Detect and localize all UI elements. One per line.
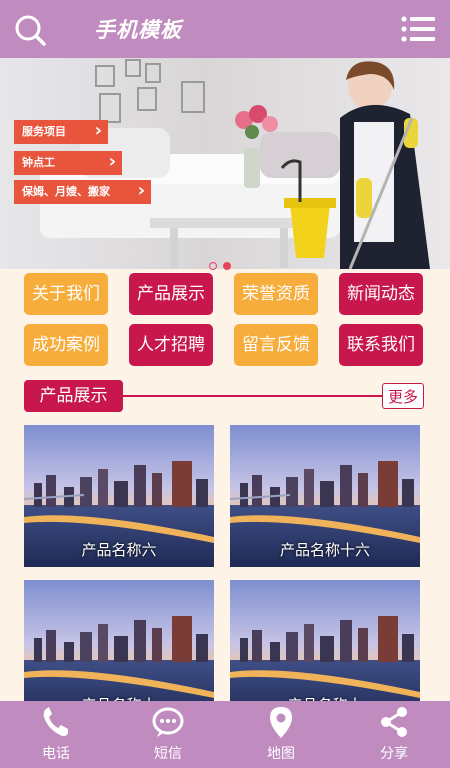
- footer-label: 分享: [380, 746, 408, 762]
- search-icon[interactable]: [14, 14, 46, 46]
- product-name: 产品名称六: [81, 541, 157, 559]
- section-divider: [122, 395, 384, 397]
- banner-tag-hourly[interactable]: 钟点工: [14, 150, 122, 175]
- share-icon: [381, 707, 407, 737]
- header-bar: 手机模板: [0, 0, 450, 58]
- hero-banner[interactable]: 服务项目 钟点工 保姆、月嫂、搬家: [0, 58, 450, 269]
- message-icon: [152, 707, 184, 737]
- slide-dot[interactable]: [209, 262, 217, 270]
- slide-indicator[interactable]: [209, 255, 237, 274]
- menu-icon[interactable]: [401, 16, 435, 42]
- nav-feedback[interactable]: 留言反馈: [234, 324, 318, 366]
- products-section-header: 产品展示 更多: [24, 380, 424, 412]
- nav-about[interactable]: 关于我们: [24, 273, 108, 315]
- footer-map[interactable]: 地图: [225, 701, 337, 768]
- nav-honors[interactable]: 荣誉资质: [234, 273, 318, 315]
- more-button[interactable]: 更多: [382, 383, 424, 409]
- map-pin-icon: [270, 707, 292, 738]
- section-title: 产品展示: [24, 380, 123, 412]
- product-name: 产品名称十六: [279, 541, 370, 559]
- nav-contact[interactable]: 联系我们: [339, 324, 423, 366]
- footer-phone[interactable]: 电话: [0, 701, 112, 768]
- product-card[interactable]: 产品名称六: [24, 425, 214, 567]
- bottom-nav: 电话 短信 地图 分享: [0, 701, 450, 768]
- footer-label: 短信: [154, 746, 182, 762]
- footer-share[interactable]: 分享: [338, 701, 450, 768]
- nav-cases[interactable]: 成功案例: [24, 324, 108, 366]
- site-title: 手机模板: [94, 18, 182, 42]
- banner-tag-services[interactable]: 服务项目: [14, 119, 108, 144]
- banner-tag-nanny[interactable]: 保姆、月嫂、搬家: [14, 179, 151, 204]
- phone-icon: [43, 707, 68, 737]
- nav-products[interactable]: 产品展示: [129, 273, 213, 315]
- footer-sms[interactable]: 短信: [112, 701, 224, 768]
- footer-label: 地图: [267, 746, 295, 762]
- slide-dot-active[interactable]: [223, 262, 231, 270]
- product-card[interactable]: 产品名称十六: [230, 425, 420, 567]
- footer-label: 电话: [42, 746, 70, 762]
- nav-news[interactable]: 新闻动态: [339, 273, 423, 315]
- nav-jobs[interactable]: 人才招聘: [129, 324, 213, 366]
